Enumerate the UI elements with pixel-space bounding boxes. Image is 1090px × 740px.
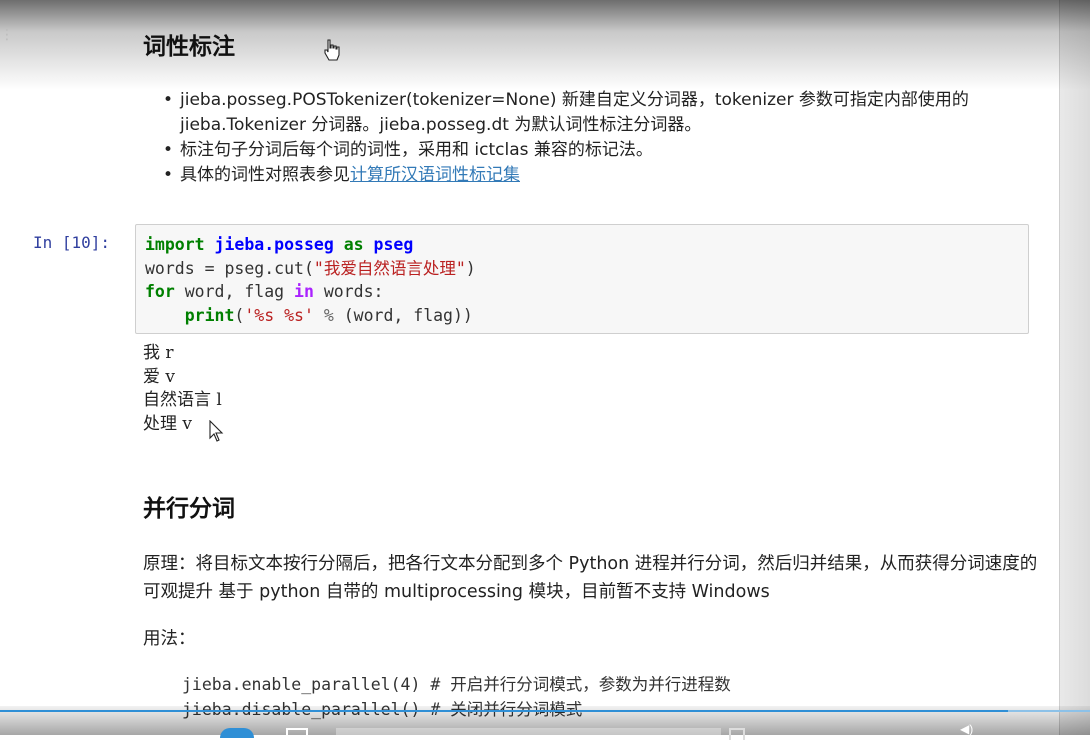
video-title-area — [336, 728, 721, 738]
right-scroll-gutter[interactable] — [1059, 0, 1090, 735]
keyword-print: print — [184, 305, 235, 325]
keyword-in: in — [294, 282, 314, 301]
hand-pointer-icon — [324, 39, 340, 61]
keyword-for: for — [145, 282, 175, 301]
code-text: ( — [234, 305, 245, 325]
code-text: words = pseg.cut( — [145, 258, 314, 278]
parallel-principle-text: 原理：将目标文本按行分隔后，把各行文本分配到多个 Python 进程并行分词，然… — [143, 554, 1038, 602]
cell-input-prompt: In [10]: — [33, 233, 111, 252]
output-line: 自然语言 l — [143, 390, 222, 410]
video-settings-button[interactable] — [729, 728, 745, 740]
section-heading-parallel: 并行分词 — [143, 496, 235, 522]
bullet-text: jieba.posseg.POSTokenizer(tokenizer=None… — [180, 90, 969, 135]
keyword-as: as — [343, 235, 364, 254]
side-handle-icon[interactable]: ⋮ — [0, 26, 14, 43]
module-name: jieba.posseg — [214, 235, 334, 254]
bullet-text: 具体的词性对照表参见 — [180, 165, 350, 185]
section-heading-pos-tagging: 词性标注 — [143, 34, 235, 60]
string-literal: "我爱自然语言处理" — [313, 258, 466, 278]
video-window-button[interactable] — [286, 728, 308, 740]
pos-table-link[interactable]: 计算所汉语词性标记集 — [350, 165, 520, 185]
bullet-item: 具体的词性对照表参见计算所汉语词性标记集 — [160, 163, 1000, 188]
operator: % — [313, 305, 344, 325]
usage-code: jieba.enable_parallel(4) — [182, 675, 421, 694]
bullet-item: jieba.posseg.POSTokenizer(tokenizer=None… — [160, 88, 1000, 138]
string-literal: '%s %s' — [244, 305, 314, 325]
output-line: 爱 v — [143, 366, 176, 387]
code-text: words: — [313, 282, 384, 301]
arrow-cursor-icon — [209, 420, 224, 442]
code-text: (word, flag)) — [343, 305, 473, 325]
bullet-text: 标注句子分词后每个词的词性，采用和 ictclas 兼容的标记法。 — [180, 140, 653, 160]
module-alias: pseg — [373, 235, 414, 254]
code-text: word, flag — [174, 282, 295, 301]
output-line: 我 r — [143, 343, 174, 363]
code-text: ) — [465, 258, 476, 278]
bullet-item: 标注句子分词后每个词的词性，采用和 ictclas 兼容的标记法。 — [160, 138, 1000, 163]
volume-icon[interactable]: ◀) — [960, 722, 978, 736]
usage-label: 用法： — [143, 629, 196, 649]
video-progress-remaining[interactable] — [1008, 710, 1090, 712]
notebook-page: ⋮ 词性标注 jieba.posseg.POSTokenizer(tokeniz… — [0, 0, 1090, 735]
usage-comment: # 开启并行分词模式，参数为并行进程数 — [430, 675, 731, 694]
code-cell-editor[interactable]: import jieba.posseg as pseg words = pseg… — [135, 224, 1029, 334]
code-source[interactable]: import jieba.posseg as pseg words = pseg… — [145, 233, 476, 327]
keyword-import: import — [145, 235, 205, 254]
video-progress-played[interactable] — [0, 710, 1008, 712]
video-play-button[interactable] — [220, 728, 254, 738]
pos-tagging-bullets: jieba.posseg.POSTokenizer(tokenizer=None… — [160, 88, 1000, 188]
